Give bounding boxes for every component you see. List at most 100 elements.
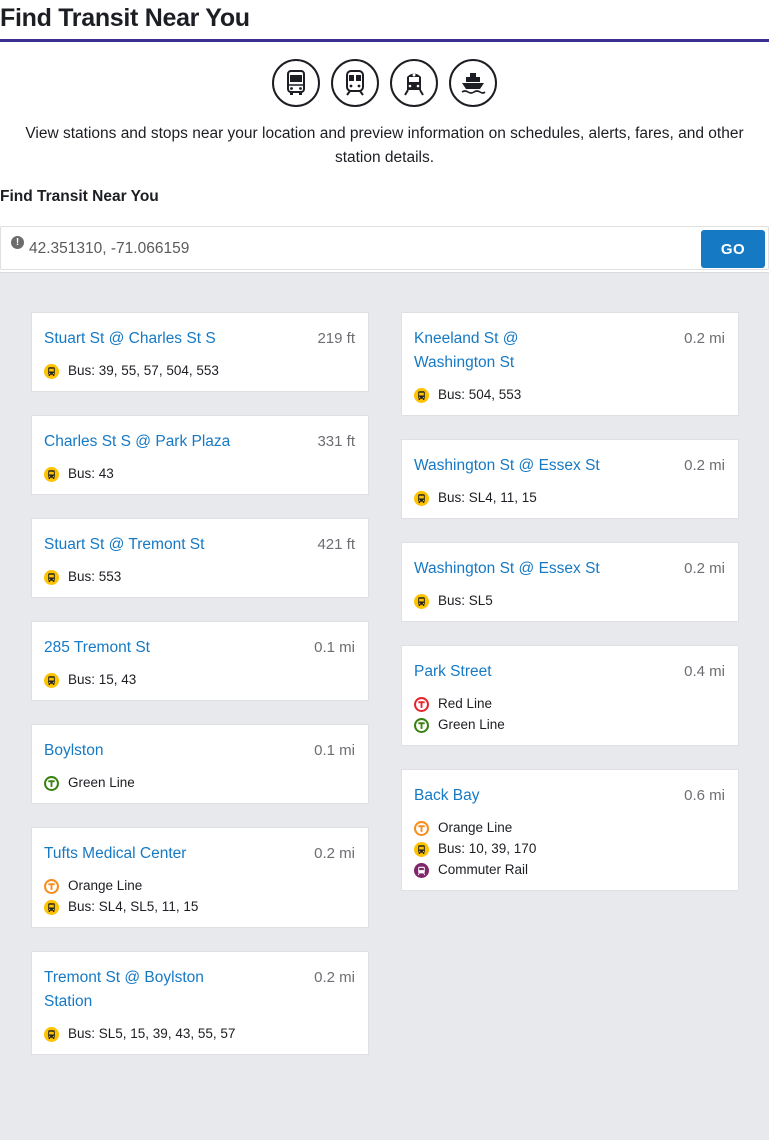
- route-item: Bus: 15, 43: [44, 672, 355, 688]
- stop-card: Boylston 0.1 mi Green Line: [31, 724, 369, 804]
- stop-card-header: Charles St S @ Park Plaza 331 ft: [44, 430, 355, 454]
- bus-icon: [414, 841, 429, 857]
- stop-name-link[interactable]: Tremont St @ Boylston Station: [44, 966, 234, 1014]
- bus-icon: [44, 672, 59, 688]
- bus-icon: [44, 569, 59, 585]
- stop-card: Kneeland St @ Washington St 0.2 mi Bus: 50…: [401, 312, 739, 416]
- search-label: Find Transit Near You: [0, 188, 159, 205]
- stop-name-link[interactable]: Washington St @ Essex St: [414, 454, 600, 478]
- commuter-rail-icon[interactable]: [390, 59, 438, 107]
- route-item: Bus: SL4, SL5, 11, 15: [44, 899, 355, 915]
- stop-card-header: Tremont St @ Boylston Station 0.2 mi: [44, 966, 355, 1014]
- bus-icon: [44, 363, 59, 379]
- route-item: Green Line: [414, 717, 725, 733]
- subway-icon[interactable]: [331, 59, 379, 107]
- ferry-icon[interactable]: [449, 59, 497, 107]
- route-list: Bus: 39, 55, 57, 504, 553: [44, 363, 355, 379]
- stop-name-link[interactable]: 285 Tremont St: [44, 636, 150, 660]
- stop-name-link[interactable]: Tufts Medical Center: [44, 842, 186, 866]
- red-line-t-icon: [414, 696, 429, 712]
- nearby-results-panel: Stuart St @ Charles St S 219 ft Bus: 39, 5…: [0, 272, 769, 1140]
- route-list: Orange Line Bus: 10, 39, 170 Commuter Rail: [414, 820, 725, 878]
- bus-icon[interactable]: [272, 59, 320, 107]
- bus-icon: [414, 490, 429, 506]
- results-column-right: Kneeland St @ Washington St 0.2 mi Bus: 50…: [401, 312, 739, 891]
- stop-name-link[interactable]: Stuart St @ Charles St S: [44, 327, 216, 351]
- route-label: Bus: 43: [68, 466, 114, 481]
- route-item: Orange Line: [414, 820, 725, 836]
- stop-distance: 0.6 mi: [684, 787, 725, 804]
- route-list: Bus: SL5, 15, 39, 43, 55, 57: [44, 1026, 355, 1042]
- title-divider: [0, 39, 769, 42]
- route-label: Bus: SL5: [438, 593, 493, 608]
- stop-card-header: Park Street 0.4 mi: [414, 660, 725, 684]
- stop-card-header: Stuart St @ Tremont St 421 ft: [44, 533, 355, 557]
- bus-icon: [44, 899, 59, 915]
- stop-distance: 0.2 mi: [684, 330, 725, 347]
- stop-card-header: Washington St @ Essex St 0.2 mi: [414, 557, 725, 581]
- stop-name-link[interactable]: Park Street: [414, 660, 492, 684]
- route-label: Green Line: [438, 717, 505, 732]
- stop-distance: 0.4 mi: [684, 663, 725, 680]
- orange-line-t-icon: [44, 878, 59, 894]
- route-label: Bus: 15, 43: [68, 672, 137, 687]
- stop-distance: 0.2 mi: [684, 560, 725, 577]
- route-label: Orange Line: [68, 878, 143, 893]
- stop-card: Tufts Medical Center 0.2 mi Orange Line Bus…: [31, 827, 369, 928]
- route-label: Red Line: [438, 696, 493, 711]
- route-item: Bus: SL5, 15, 39, 43, 55, 57: [44, 1026, 355, 1042]
- stop-name-link[interactable]: Stuart St @ Tremont St: [44, 533, 204, 557]
- route-label: Bus: 553: [68, 569, 122, 584]
- stop-name-link[interactable]: Back Bay: [414, 784, 479, 808]
- route-label: Green Line: [68, 775, 135, 790]
- stop-card: Washington St @ Essex St 0.2 mi Bus: SL5: [401, 542, 739, 622]
- results-column-left: Stuart St @ Charles St S 219 ft Bus: 39, 5…: [31, 312, 369, 1055]
- go-button[interactable]: GO: [701, 230, 765, 268]
- route-label: Bus: 39, 55, 57, 504, 553: [68, 363, 219, 378]
- route-item: Bus: 39, 55, 57, 504, 553: [44, 363, 355, 379]
- route-list: Bus: SL4, 11, 15: [414, 490, 725, 506]
- route-item: Green Line: [44, 775, 355, 791]
- stop-card: Back Bay 0.6 mi Orange Line Bus: 10, 39, 17…: [401, 769, 739, 891]
- route-list: Bus: 43: [44, 466, 355, 482]
- route-list: Green Line: [44, 775, 355, 791]
- stop-distance: 219 ft: [317, 330, 355, 347]
- stop-card: 285 Tremont St 0.1 mi Bus: 15, 43: [31, 621, 369, 701]
- stop-name-link[interactable]: Charles St S @ Park Plaza: [44, 430, 230, 454]
- route-item: Bus: 43: [44, 466, 355, 482]
- stop-card-header: Boylston 0.1 mi: [44, 739, 355, 763]
- route-item: Bus: SL4, 11, 15: [414, 490, 725, 506]
- stop-name-link[interactable]: Washington St @ Essex St: [414, 557, 600, 581]
- bus-icon: [414, 387, 429, 403]
- route-list: Bus: SL5: [414, 593, 725, 609]
- stop-card: Washington St @ Essex St 0.2 mi Bus: SL4, …: [401, 439, 739, 519]
- stop-card-header: Washington St @ Essex St 0.2 mi: [414, 454, 725, 478]
- route-item: Commuter Rail: [414, 862, 725, 878]
- stop-distance: 421 ft: [317, 536, 355, 553]
- stop-card-header: Back Bay 0.6 mi: [414, 784, 725, 808]
- location-search-bar: ! GO: [0, 226, 769, 270]
- stop-card-header: Kneeland St @ Washington St 0.2 mi: [414, 327, 725, 375]
- route-item: Red Line: [414, 696, 725, 712]
- stop-name-link[interactable]: Boylston: [44, 739, 103, 763]
- route-item: Orange Line: [44, 878, 355, 894]
- stop-card: Stuart St @ Tremont St 421 ft Bus: 553: [31, 518, 369, 598]
- stop-card-header: Stuart St @ Charles St S 219 ft: [44, 327, 355, 351]
- route-list: Red Line Green Line: [414, 696, 725, 733]
- green-line-t-icon: [414, 717, 429, 733]
- stop-name-link[interactable]: Kneeland St @ Washington St: [414, 327, 604, 375]
- route-label: Commuter Rail: [438, 862, 529, 877]
- stop-distance: 0.2 mi: [684, 457, 725, 474]
- stop-card: Tremont St @ Boylston Station 0.2 mi Bus: …: [31, 951, 369, 1055]
- stop-card-header: 285 Tremont St 0.1 mi: [44, 636, 355, 660]
- stop-distance: 331 ft: [317, 433, 355, 450]
- stop-card: Charles St S @ Park Plaza 331 ft Bus: 43: [31, 415, 369, 495]
- route-item: Bus: 10, 39, 170: [414, 841, 725, 857]
- location-search-input[interactable]: [29, 235, 689, 263]
- route-item: Bus: 553: [44, 569, 355, 585]
- route-list: Bus: 15, 43: [44, 672, 355, 688]
- bus-icon: [414, 593, 429, 609]
- stop-card: Park Street 0.4 mi Red Line Green Line: [401, 645, 739, 746]
- green-line-t-icon: [44, 775, 59, 791]
- stop-distance: 0.1 mi: [314, 639, 355, 656]
